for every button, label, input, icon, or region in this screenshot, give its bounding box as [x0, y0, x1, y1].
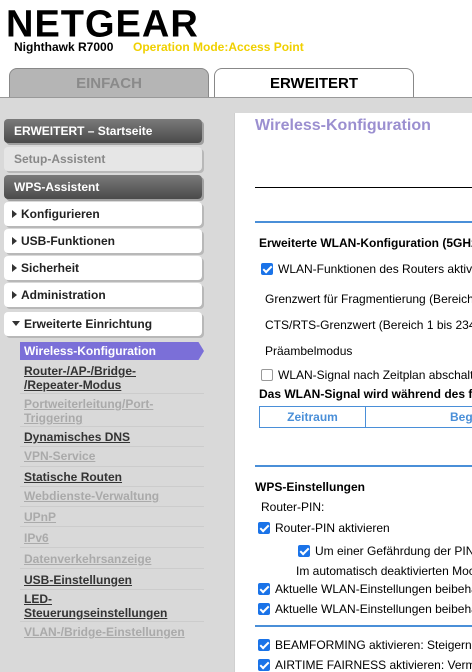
operation-mode: Operation Mode:Access Point — [133, 40, 304, 54]
submenu-vpn-service: VPN-Service — [24, 449, 96, 463]
airtime-fairness-label: AIRTIME FAIRNESS aktivieren: Verm — [275, 658, 472, 672]
section-wps-settings: WPS-Einstellungen — [255, 480, 366, 494]
page-title: Wireless-Konfiguration — [255, 117, 431, 134]
main-content: Wireless-Konfiguration Erweiterte WLAN-K… — [234, 113, 472, 672]
wlan-functions-checkbox[interactable] — [261, 263, 273, 275]
menu-advanced-home[interactable]: ERWEITERT – Startseite — [4, 119, 202, 143]
divider — [255, 187, 472, 188]
chevron-right-icon — [12, 263, 17, 272]
submenu-ipv6: IPv6 — [24, 531, 49, 545]
tab-bar-strip — [0, 97, 472, 113]
wlan-functions-label: WLAN-Funktionen des Routers aktiv — [278, 262, 472, 276]
trademark-symbol: ® — [200, 0, 208, 1]
chevron-right-icon — [12, 209, 17, 218]
router-pin-label: Router-PIN: — [261, 500, 325, 514]
port-fwd-line-1: Portweiterleitung/Port- — [24, 397, 154, 411]
chevron-right-icon — [12, 236, 17, 245]
menu-advanced-setup-label: Erweiterte Einrichtung — [24, 317, 153, 331]
enable-router-pin-label: Router-PIN aktivieren — [275, 521, 390, 535]
divider — [20, 506, 204, 507]
chevron-down-icon — [12, 321, 20, 327]
divider — [20, 547, 204, 548]
submenu-upnp: UPnP — [24, 510, 57, 524]
keep-settings-2-label: Aktuelle WLAN-Einstellungen beibeha — [275, 602, 472, 616]
menu-setup-assistant[interactable]: Setup-Assistent — [4, 147, 202, 171]
frag-threshold-label: Grenzwert für Fragmentierung (Bereich — [265, 292, 472, 306]
divider — [20, 568, 204, 569]
menu-administration-label: Administration — [21, 288, 106, 302]
section-divider — [255, 221, 472, 223]
wlan-schedule-checkbox[interactable] — [261, 369, 273, 381]
submenu-wireless-config[interactable]: Wireless-Konfiguration — [20, 342, 204, 360]
submenu-dynamic-dns[interactable]: Dynamisches DNS — [24, 430, 130, 444]
prevent-pin-checkbox[interactable] — [298, 545, 310, 557]
prevent-pin-label: Um einer Gefährdung der PIN — [315, 544, 472, 558]
keep-settings-1-label: Aktuelle WLAN-Einstellungen beibeha — [275, 582, 472, 596]
menu-configure-label: Konfigurieren — [21, 207, 100, 221]
divider — [20, 526, 204, 527]
column-header-period: Zeitraum — [260, 407, 366, 427]
sidebar-menu: ERWEITERT – Startseite Setup-Assistent W… — [0, 113, 234, 672]
chevron-right-icon — [12, 290, 17, 299]
menu-usb-functions[interactable]: USB-Funktionen — [4, 229, 202, 253]
submenu-usb-settings[interactable]: USB-Einstellungen — [24, 573, 132, 587]
keep-settings-2-checkbox[interactable] — [258, 603, 270, 615]
signal-during-label: Das WLAN-Signal wird während des f — [259, 387, 472, 401]
menu-security[interactable]: Sicherheit — [4, 256, 202, 280]
menu-advanced-setup[interactable]: Erweiterte Einrichtung — [4, 312, 202, 336]
router-ap-line-1: Router-/AP-/Bridge- — [24, 364, 136, 378]
schedule-table: Zeitraum Beg — [259, 406, 472, 428]
enable-router-pin-checkbox[interactable] — [258, 522, 270, 534]
wlan-schedule-label: WLAN-Signal nach Zeitplan abschalt — [278, 368, 472, 382]
menu-wps-assistant[interactable]: WPS-Assistent — [4, 175, 202, 199]
submenu-static-routes[interactable]: Statische Routen — [24, 470, 122, 484]
section-divider — [255, 465, 472, 467]
netgear-logo: NETGEAR® — [6, 0, 207, 45]
model-name: Nighthawk R7000 — [14, 40, 114, 54]
led-line-2: Steuerungseinstellungen — [24, 606, 168, 620]
divider — [20, 466, 204, 467]
port-fwd-line-2: Triggering — [24, 411, 83, 425]
led-line-1: LED- — [24, 592, 52, 606]
submenu-traffic-meter: Datenverkehrsanzeige — [24, 552, 152, 566]
section-adv-wlan-5g: Erweiterte WLAN-Konfiguration (5GHz — [259, 236, 472, 250]
submenu-web-services: Webdienste-Verwaltung — [24, 489, 160, 503]
tab-basic[interactable]: EINFACH — [9, 68, 209, 98]
rts-threshold-label: CTS/RTS-Grenzwert (Bereich 1 bis 234 — [265, 318, 472, 332]
submenu-port-forwarding: Portweiterleitung/Port- Triggering — [24, 397, 153, 425]
divider — [20, 589, 204, 590]
keep-settings-1-checkbox[interactable] — [258, 583, 270, 595]
beamforming-checkbox[interactable] — [258, 639, 270, 651]
divider — [20, 426, 204, 427]
submenu-vlan-bridge: VLAN-/Bridge-Einstellungen — [24, 625, 185, 639]
menu-usb-label: USB-Funktionen — [21, 234, 115, 248]
router-ap-line-2: /Repeater-Modus — [24, 378, 122, 392]
preamble-mode-label: Präambelmodus — [265, 344, 353, 358]
tab-advanced[interactable]: ERWEITERT — [214, 68, 414, 98]
divider — [20, 486, 204, 487]
menu-security-label: Sicherheit — [21, 261, 80, 275]
divider — [20, 393, 204, 394]
section-divider — [255, 625, 472, 627]
divider — [20, 621, 204, 622]
divider — [20, 446, 204, 447]
airtime-fairness-checkbox[interactable] — [258, 659, 270, 671]
menu-administration[interactable]: Administration — [4, 283, 202, 307]
beamforming-label: BEAMFORMING aktivieren: Steigern — [275, 638, 472, 652]
submenu-led-control[interactable]: LED- Steuerungseinstellungen — [24, 592, 167, 620]
submenu-router-ap-mode[interactable]: Router-/AP-/Bridge-/Repeater-Modus — [24, 364, 136, 392]
menu-configure[interactable]: Konfigurieren — [4, 202, 202, 226]
column-header-begin: Beg — [450, 410, 472, 424]
auto-deactivated-label: Im automatisch deaktivierten Moc — [296, 564, 472, 578]
